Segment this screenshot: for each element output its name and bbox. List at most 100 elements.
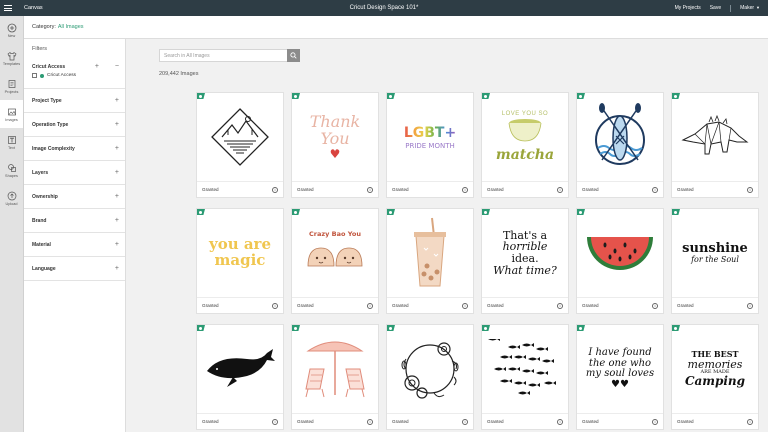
rail-item-text[interactable]: Text — [0, 128, 23, 156]
info-icon[interactable]: i — [557, 186, 563, 193]
card-footer: Granted i — [292, 297, 378, 313]
card-footer: Granted i — [672, 181, 758, 197]
plus-icon: + — [114, 97, 119, 104]
status-label: Granted — [202, 303, 219, 308]
image-card[interactable]: Granted i — [481, 324, 569, 430]
filter-group-image-complexity[interactable]: Image Complexity + — [24, 137, 125, 161]
card-footer: Granted i — [672, 413, 758, 429]
image-card[interactable]: I have found the one who my soul loves ♥… — [576, 324, 664, 430]
info-icon[interactable]: i — [652, 418, 658, 425]
status-label: Granted — [297, 187, 314, 192]
minus-icon[interactable]: − — [115, 63, 119, 70]
info-icon[interactable]: i — [557, 302, 563, 309]
rail-item-upload[interactable]: Upload — [0, 184, 23, 212]
image-card[interactable]: Crazy Bao You Granted i — [291, 208, 379, 314]
filter-group-layers[interactable]: Layers + — [24, 161, 125, 185]
info-icon[interactable]: i — [557, 418, 563, 425]
status-label: Granted — [677, 419, 694, 424]
rail-item-projects[interactable]: Projects — [0, 72, 23, 100]
info-icon[interactable]: i — [652, 302, 658, 309]
crazy-bao-you-image: Crazy Bao You — [292, 209, 378, 297]
rail-item-new[interactable]: New — [0, 16, 23, 44]
card-footer: Granted i — [387, 297, 473, 313]
image-card[interactable]: THE BEST memories ARE MADE Camping Grant… — [671, 324, 759, 430]
filter-group-label: Material — [32, 241, 51, 248]
card-footer: Granted i — [292, 181, 378, 197]
info-icon[interactable]: i — [272, 186, 278, 193]
info-icon[interactable]: i — [272, 302, 278, 309]
info-icon[interactable]: i — [652, 186, 658, 193]
filter-group-operation-type[interactable]: Operation Type + — [24, 113, 125, 137]
filter-group-project-type[interactable]: Project Type + — [24, 89, 125, 113]
divider — [730, 4, 732, 12]
image-card[interactable]: Thank You ♥ Granted i — [291, 92, 379, 198]
image-card[interactable]: LOVE YOU SO matcha Granted i — [481, 92, 569, 198]
top-bar: Canvas Cricut Design Space 101* My Proje… — [0, 0, 768, 16]
card-footer: Granted i — [482, 413, 568, 429]
sunshine-soul-image: sunshine for the Soul — [672, 209, 758, 297]
paddleboard-circle-image — [577, 93, 663, 181]
beach-chairs-image — [292, 325, 378, 413]
info-icon[interactable]: i — [367, 186, 373, 193]
image-card[interactable]: Granted i — [576, 208, 664, 314]
tools-rail: New Templates Projects Images Text Shape… — [0, 16, 24, 432]
image-card[interactable]: Granted i — [196, 92, 284, 198]
plus-icon[interactable]: + — [95, 63, 99, 70]
image-card[interactable]: Granted i — [671, 92, 759, 198]
checkbox[interactable] — [32, 73, 37, 78]
art-text: for the Soul — [691, 254, 739, 264]
info-icon[interactable]: i — [747, 418, 753, 425]
info-icon[interactable]: i — [462, 186, 468, 193]
image-card[interactable]: LGBT+ PRIDE MONTH Granted i — [386, 92, 474, 198]
image-card[interactable]: Granted i — [196, 324, 284, 430]
text-icon — [7, 135, 16, 144]
image-card[interactable]: That's a horrible idea. What time? Grant… — [481, 208, 569, 314]
rail-item-templates[interactable]: Templates — [0, 44, 23, 72]
rail-item-images[interactable]: Images — [0, 100, 23, 128]
info-icon[interactable]: i — [462, 302, 468, 309]
cricut-access-badge-icon — [40, 73, 44, 78]
info-icon[interactable]: i — [272, 418, 278, 425]
filter-group-material[interactable]: Material + — [24, 233, 125, 257]
upload-icon — [7, 191, 16, 200]
cricut-access-option[interactable]: Cricut Access — [32, 73, 119, 78]
results-count: 209,442 Images — [159, 71, 199, 77]
card-footer: Granted i — [672, 297, 758, 313]
status-label: Granted — [582, 187, 599, 192]
info-icon[interactable]: i — [747, 186, 753, 193]
machine-selector[interactable]: Maker ▼ — [740, 5, 760, 11]
card-footer: Granted i — [387, 181, 473, 197]
rail-item-shapes[interactable]: Shapes — [0, 156, 23, 184]
filter-group-language[interactable]: Language + — [24, 257, 125, 281]
image-card[interactable]: Granted i — [291, 324, 379, 430]
image-card[interactable]: you are magic Granted i — [196, 208, 284, 314]
image-card[interactable]: Granted i — [386, 324, 474, 430]
filter-group-label: Layers — [32, 169, 49, 176]
filter-group-label: Brand — [32, 217, 47, 224]
card-footer: Granted i — [577, 297, 663, 313]
art-text: I have found — [588, 347, 652, 358]
my-projects-link[interactable]: My Projects — [675, 5, 701, 11]
filter-group-label: Image Complexity — [32, 145, 75, 152]
category-link[interactable]: All Images — [58, 24, 84, 30]
save-button[interactable]: Save — [710, 5, 721, 11]
bao-buns-icon — [307, 247, 363, 266]
fish-school-image — [482, 325, 568, 413]
image-card[interactable]: Granted i — [386, 208, 474, 314]
info-icon[interactable]: i — [747, 302, 753, 309]
best-memories-camping-image: THE BEST memories ARE MADE Camping — [672, 325, 758, 413]
info-icon[interactable]: i — [367, 302, 373, 309]
image-card[interactable]: Granted i — [576, 92, 664, 198]
art-text: Crazy Bao You — [309, 229, 361, 238]
image-card[interactable]: sunshine for the Soul Granted i — [671, 208, 759, 314]
hamburger-menu-icon[interactable] — [0, 0, 16, 16]
info-icon[interactable]: i — [367, 418, 373, 425]
filter-group-brand[interactable]: Brand + — [24, 209, 125, 233]
art-text: magic — [214, 251, 266, 269]
plus-icon: + — [114, 265, 119, 272]
info-icon[interactable]: i — [462, 418, 468, 425]
search-button[interactable] — [287, 49, 300, 62]
search-input[interactable] — [160, 50, 287, 61]
filter-group-ownership[interactable]: Ownership + — [24, 185, 125, 209]
art-text: LGBT+ — [403, 124, 457, 141]
